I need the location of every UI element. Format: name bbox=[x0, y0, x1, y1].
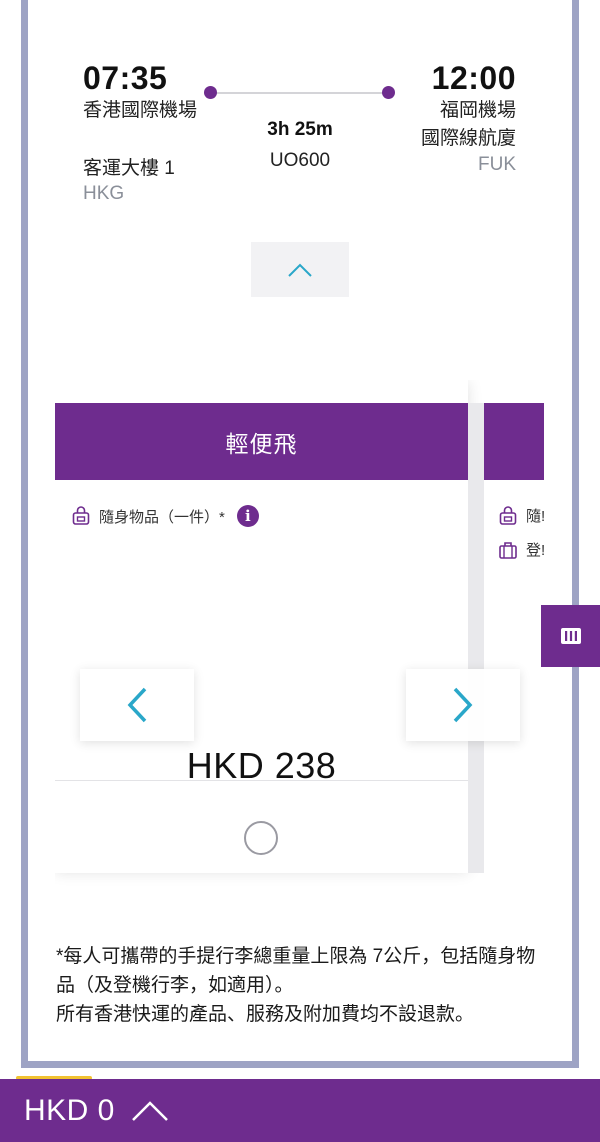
flight-number: UO600 bbox=[269, 150, 331, 171]
fare-card-title: 輕便飛 bbox=[55, 403, 468, 480]
fare-card-next[interactable]: 隨! 登! bbox=[484, 403, 544, 873]
arrival-time: 12:00 bbox=[431, 60, 516, 96]
footnote-line-1: *每人可攜帶的手提行李總重量上限為 7公斤，包括隨身物品（及登機行李，如適用）。 bbox=[56, 946, 536, 996]
departure-time: 07:35 bbox=[83, 60, 168, 96]
departure-dot bbox=[204, 86, 217, 99]
carousel-prev-button[interactable] bbox=[80, 669, 194, 741]
carry-on-label: 隨身物品（一件）* bbox=[99, 508, 225, 526]
baggage-footnote: *每人可攜帶的手提行李總重量上限為 7公斤，包括隨身物品（及登機行李，如適用）。… bbox=[56, 942, 546, 1029]
fare-carousel: 輕便飛 隨身物品（一件）* i HKD 238 隨! 登! bbox=[55, 380, 544, 890]
arrival-airport-line1: 福岡機場 bbox=[439, 100, 516, 121]
price-summary-bar[interactable]: HKD 0 bbox=[0, 1079, 600, 1142]
arrival-airport-line2: 國際線航廈 bbox=[420, 128, 516, 149]
fare-select-radio[interactable] bbox=[244, 821, 278, 855]
fare-card[interactable]: 輕便飛 隨身物品（一件）* i HKD 238 bbox=[55, 403, 468, 873]
fare-card-next-header bbox=[484, 403, 544, 480]
bag-icon bbox=[72, 506, 90, 525]
carousel-next-button[interactable] bbox=[406, 669, 520, 741]
next-card-feature-2-label: 登! bbox=[526, 542, 544, 559]
expand-summary-button[interactable] bbox=[131, 1100, 169, 1122]
arrival-dot bbox=[382, 86, 395, 99]
chevron-up-icon bbox=[131, 1100, 168, 1121]
next-card-feature-2: 登! bbox=[498, 539, 544, 560]
arrival-airport: 福岡機場 國際線航廈 bbox=[421, 97, 516, 153]
total-price: HKD 0 bbox=[24, 1093, 115, 1127]
next-card-feature-1: 隨! bbox=[498, 505, 544, 526]
arrival-code: FUK bbox=[478, 154, 516, 175]
departure-code: HKG bbox=[83, 183, 125, 204]
info-icon[interactable]: i bbox=[236, 505, 259, 527]
card-gap bbox=[468, 403, 484, 873]
departure-terminal: 客運大樓 1 bbox=[83, 158, 175, 179]
chevron-left-icon bbox=[127, 687, 147, 723]
luggage-icon bbox=[499, 541, 517, 559]
side-menu-tab[interactable] bbox=[541, 605, 600, 667]
chevron-right-icon bbox=[453, 687, 473, 723]
collapse-button[interactable] bbox=[251, 242, 349, 297]
route-line bbox=[210, 92, 388, 94]
footnote-line-2: 所有香港快運的產品、服務及附加費均不設退款。 bbox=[56, 1004, 475, 1025]
chevron-up-icon bbox=[288, 263, 312, 277]
departure-airport: 香港國際機場 bbox=[83, 100, 198, 121]
next-card-feature-1-label: 隨! bbox=[526, 508, 544, 525]
bag-icon bbox=[499, 505, 517, 525]
flight-duration: 3h 25m bbox=[267, 119, 333, 140]
menu-icon bbox=[560, 628, 581, 644]
carry-on-feature: 隨身物品（一件）* i bbox=[71, 505, 259, 527]
